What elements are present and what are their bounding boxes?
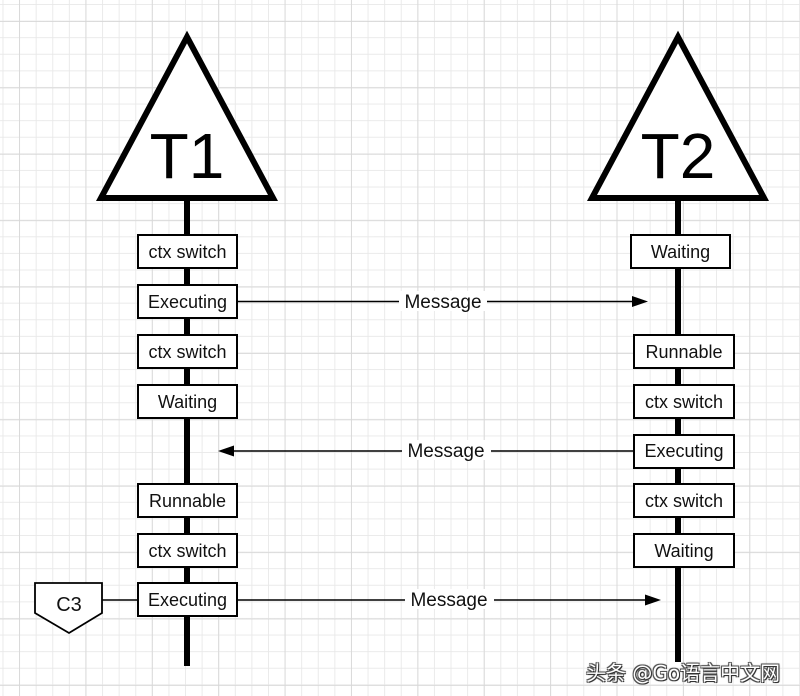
t2-label: T2 [641, 120, 716, 192]
t2-state-executing: Executing [633, 434, 735, 469]
state-label: Executing [148, 292, 227, 312]
message-arrow-2: Message [218, 440, 634, 462]
t1-header: T1 [95, 30, 279, 201]
state-label: ctx switch [645, 392, 723, 412]
state-label: ctx switch [148, 242, 226, 262]
thread-sequence-diagram: T1 T2 ctx switch Executing ctx switch Wa… [34, 30, 770, 666]
state-label: Waiting [651, 242, 710, 262]
message-label: Message [407, 441, 484, 462]
message-arrow-1: Message [237, 291, 648, 313]
arrowhead-right-icon [632, 296, 648, 307]
t1-state-waiting: Waiting [137, 384, 238, 419]
state-label: ctx switch [645, 491, 723, 511]
watermark: 头条 @Go语言中文网 [586, 661, 781, 685]
state-label: Executing [148, 590, 227, 610]
t2-state-waiting-2: Waiting [633, 533, 735, 568]
state-label: Waiting [654, 541, 713, 561]
t1-state-ctx-switch-1: ctx switch [137, 234, 238, 269]
t2-header: T2 [586, 30, 770, 201]
message-label: Message [410, 590, 487, 611]
t1-state-runnable: Runnable [137, 483, 238, 518]
state-label: Runnable [645, 342, 722, 362]
state-label: ctx switch [148, 342, 226, 362]
message-label: Message [404, 292, 481, 313]
state-label: Waiting [158, 392, 217, 412]
t1-state-ctx-switch-3: ctx switch [137, 533, 238, 568]
t2-state-waiting-1: Waiting [630, 234, 731, 269]
t2-state-ctx-switch-2: ctx switch [633, 483, 735, 518]
state-label: Executing [644, 441, 723, 461]
state-label: ctx switch [148, 541, 226, 561]
arrowhead-left-icon [218, 445, 234, 457]
state-label: Runnable [149, 491, 226, 511]
t2-state-runnable: Runnable [633, 334, 735, 369]
t1-label: T1 [150, 120, 225, 192]
message-arrow-3: Message [237, 589, 661, 611]
t1-state-ctx-switch-2: ctx switch [137, 334, 238, 369]
t1-state-executing-1: Executing [137, 284, 238, 319]
c3-external-actor: C3 [34, 582, 138, 635]
arrowhead-right-icon [645, 594, 661, 606]
t2-state-ctx-switch-1: ctx switch [633, 384, 735, 419]
c3-label: C3 [56, 594, 82, 616]
t1-state-executing-2: Executing [137, 582, 238, 617]
